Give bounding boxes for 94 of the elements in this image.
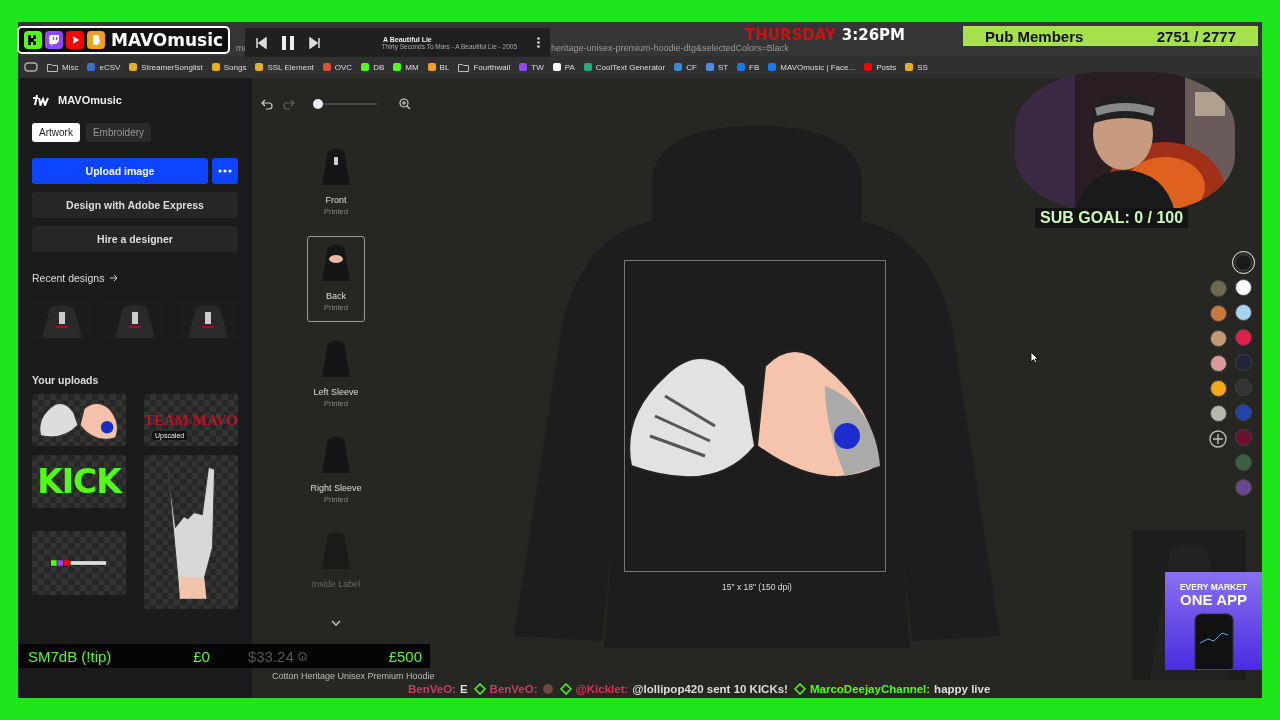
day-text: THURSDAY — [745, 26, 836, 44]
color-swatch[interactable] — [1209, 355, 1227, 372]
chat-username: MarcoDeejayChannel: — [809, 683, 931, 695]
bookmark-link[interactable]: SSL Element — [267, 62, 314, 72]
bookmark-link[interactable]: BL — [439, 62, 450, 72]
info-icon — [297, 651, 307, 661]
action-button[interactable]: Design with Adobe Express — [32, 192, 238, 218]
previous-icon[interactable] — [255, 36, 267, 49]
bookmark-link[interactable]: eCSV — [99, 62, 121, 72]
bookmark-link[interactable]: StreamerSonglist — [141, 62, 203, 72]
color-swatch[interactable] — [1235, 304, 1252, 321]
time-text: 3:26PM — [841, 26, 906, 44]
tip-goal: £500 — [388, 647, 422, 665]
bookmark-link[interactable]: CoolText Generator — [595, 62, 666, 72]
upload-thumbnail[interactable]: KICK — [32, 455, 126, 508]
badge-icon — [473, 683, 486, 695]
color-swatch[interactable] — [1235, 479, 1252, 496]
channel-name: MAVOmusic — [111, 30, 224, 50]
tip-label: SM7dB (!tip) — [28, 647, 112, 665]
next-icon[interactable] — [309, 36, 321, 49]
bookmark-link[interactable]: CF — [686, 62, 697, 72]
bookmark-link[interactable]: PA — [564, 62, 575, 72]
chevron-down-icon[interactable] — [331, 620, 341, 626]
brand-logo-icon — [32, 94, 50, 106]
color-swatch[interactable] — [1209, 380, 1227, 397]
bookmark-link[interactable]: OVC — [334, 62, 353, 72]
color-swatch[interactable] — [1209, 280, 1227, 297]
zoom-in-icon[interactable] — [399, 98, 411, 110]
bookmark-link[interactable]: MAVOmusic | Face... — [780, 62, 856, 72]
logo-drawing — [51, 560, 107, 566]
chat-username: BenVeO: — [489, 683, 538, 695]
price-text: $33.24 — [247, 647, 294, 665]
color-swatch[interactable] — [1235, 404, 1252, 421]
color-swatch[interactable] — [1235, 279, 1252, 296]
color-swatch[interactable] — [1235, 354, 1252, 371]
pause-icon[interactable] — [281, 34, 295, 51]
more-button[interactable] — [212, 158, 238, 184]
tab[interactable]: Artwork — [32, 123, 80, 142]
color-swatch[interactable] — [1235, 379, 1252, 396]
chat-message: happy live — [934, 683, 991, 695]
artwork-text: KICK — [37, 462, 121, 501]
undo-icon[interactable] — [261, 98, 273, 110]
phone-drawing — [1193, 613, 1234, 669]
chat-message: E — [459, 683, 468, 695]
color-swatch[interactable] — [1235, 254, 1252, 271]
print-size-label: 15" x 18" (150 dpi) — [721, 582, 793, 592]
store-name: MAVOmusic — [58, 94, 122, 106]
color-swatch[interactable] — [1209, 405, 1227, 422]
emote-icon — [541, 683, 554, 695]
cursor-icon — [1030, 351, 1039, 364]
section-title[interactable]: Recent designs — [32, 272, 105, 284]
members-count: 2751 / 2777 — [1156, 27, 1236, 45]
arrow-icon[interactable] — [109, 274, 120, 282]
bookmark-link[interactable]: Posts — [876, 62, 897, 72]
bookmark-link[interactable]: Misc — [62, 62, 79, 72]
color-swatch[interactable] — [1235, 329, 1252, 346]
chat-message: @lollipop420 sent 10 KICKs! — [632, 683, 788, 695]
badge-icon — [559, 683, 572, 695]
chat-username: BenVeO: — [408, 683, 456, 695]
badge-icon — [793, 683, 806, 695]
action-button[interactable]: Hire a designer — [32, 226, 238, 252]
members-label: Pub Members — [985, 27, 1084, 45]
add-icon[interactable] — [1209, 430, 1227, 448]
upload-button[interactable]: Upload image — [32, 158, 208, 184]
section-title: Your uploads — [32, 374, 100, 386]
color-swatch[interactable] — [1209, 305, 1227, 322]
color-swatch[interactable] — [1235, 454, 1252, 471]
ad-headline: ONE APP — [1180, 592, 1247, 607]
upload-thumbnail[interactable] — [32, 394, 126, 446]
bookmark-link[interactable]: DB — [373, 62, 385, 72]
color-swatch[interactable] — [1209, 330, 1227, 347]
bookmark-link[interactable]: ST — [717, 62, 729, 72]
more-icon — [218, 169, 232, 173]
bookmark-link[interactable]: SS — [917, 62, 928, 72]
address-field[interactable]: heritage-unisex-premium-hoodie-dtg&selectedColors=Black — [551, 43, 789, 53]
chat-username: @Kicklet: — [575, 683, 629, 695]
slider-thumb[interactable] — [313, 99, 323, 109]
color-swatch[interactable] — [1235, 429, 1252, 446]
tab[interactable]: Embroidery — [85, 123, 152, 142]
bookmark-link[interactable]: TW — [531, 62, 544, 72]
bookmark-link[interactable]: MM — [405, 62, 419, 72]
sub-goal-text: SUB GOAL: 0 / 100 — [1035, 208, 1189, 228]
bookmark-link[interactable]: FB — [749, 62, 760, 72]
print-area[interactable] — [624, 260, 886, 572]
upload-thumbnail[interactable] — [32, 531, 126, 595]
bookmark-link[interactable]: Fourthwall — [473, 62, 511, 72]
more-icon[interactable] — [537, 37, 540, 48]
artwork-text: TEAM MAVO — [144, 411, 238, 429]
bookmark-link[interactable]: Songs — [223, 62, 247, 72]
tab-icon[interactable] — [24, 62, 38, 72]
upload-thumbnail[interactable] — [144, 455, 238, 609]
ad-text: EVERY MARKET — [1179, 582, 1248, 592]
tip-amount: £0 — [193, 647, 210, 665]
product-name: Cotton Heritage Unisex Premium Hoodie — [272, 671, 435, 681]
